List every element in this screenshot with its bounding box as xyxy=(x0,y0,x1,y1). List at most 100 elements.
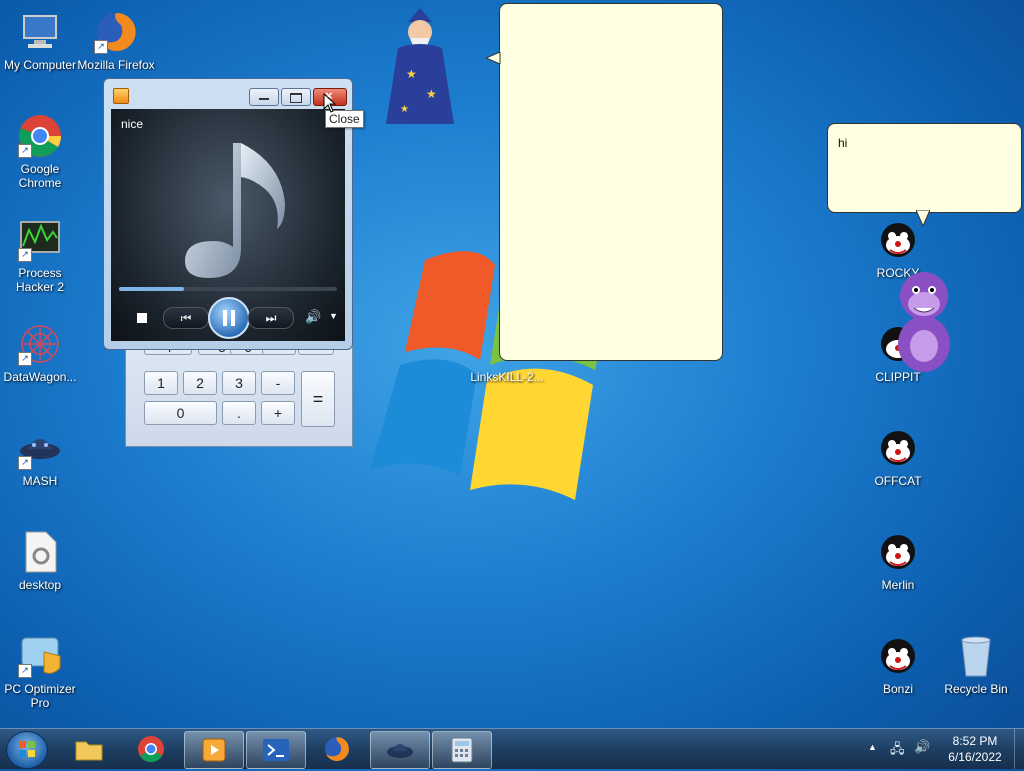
now-playing-title: nice xyxy=(121,117,144,131)
balloon-tail xyxy=(916,210,930,226)
config-file-icon xyxy=(18,530,62,574)
firefox-icon xyxy=(325,737,349,761)
recycle-bin-icon xyxy=(954,634,998,678)
taskbar-firefox[interactable] xyxy=(308,731,366,767)
datawagon-icon: ↗ xyxy=(18,322,62,366)
svg-text:★: ★ xyxy=(406,67,417,81)
calc-key-minus[interactable]: - xyxy=(261,371,295,395)
pause-icon xyxy=(223,310,227,326)
pc-optimizer-icon: ↗ xyxy=(18,634,62,678)
seek-progress xyxy=(119,287,185,291)
volume-icon[interactable]: 🔊 xyxy=(305,309,321,325)
shortcut-arrow-icon: ↗ xyxy=(18,248,32,262)
computer-icon xyxy=(18,10,62,54)
desktop-icon-recycle-bin[interactable]: Recycle Bin xyxy=(936,634,1016,696)
shortcut-arrow-icon: ↗ xyxy=(18,144,32,158)
desktop-icon-desktop-file[interactable]: desktop xyxy=(0,530,80,592)
seek-bar[interactable] xyxy=(119,287,337,291)
desktop-icon-offcat[interactable]: OFFCAT xyxy=(858,426,938,488)
svg-text:★: ★ xyxy=(400,104,409,115)
calc-key-plus[interactable]: + xyxy=(261,401,295,425)
calc-key-decimal[interactable]: . xyxy=(222,401,256,425)
shortcut-arrow-icon: ↗ xyxy=(94,40,108,54)
minimize-button[interactable] xyxy=(249,88,279,106)
start-button[interactable] xyxy=(6,731,48,769)
mouse-cursor xyxy=(323,93,337,113)
chevron-down-icon[interactable]: ▼ xyxy=(329,311,338,321)
taskbar-explorer[interactable] xyxy=(60,731,118,767)
icon-label: MASH xyxy=(22,474,58,488)
show-hidden-icons-button[interactable]: ▲ xyxy=(868,742,877,752)
media-player-icon xyxy=(202,738,226,762)
desktop-icon-google-chrome[interactable]: ↗ Google Chrome xyxy=(0,114,80,190)
pause-icon xyxy=(231,310,235,326)
agent-cat-icon xyxy=(876,426,920,470)
icon-label: desktop xyxy=(18,578,62,592)
agent-cat-icon xyxy=(876,530,920,574)
merlin-wizard-agent[interactable]: ★ ★ ★ xyxy=(378,8,462,128)
maximize-button[interactable] xyxy=(281,88,311,106)
merlin-speech-balloon xyxy=(499,3,723,361)
icon-label: Process Hacker 2 xyxy=(15,266,65,294)
desktop-icon-my-computer[interactable]: My Computer xyxy=(0,10,80,72)
play-pause-button[interactable] xyxy=(208,297,250,339)
next-button[interactable]: ⏭ xyxy=(248,307,294,329)
calc-key-3[interactable]: 3 xyxy=(222,371,256,395)
balloon-text xyxy=(500,4,722,20)
volume-icon[interactable]: 🔊 xyxy=(914,739,930,755)
process-hacker-icon: ↗ xyxy=(18,218,62,262)
desktop-icon-process-hacker[interactable]: ↗ Process Hacker 2 xyxy=(0,218,80,294)
network-icon[interactable]: 🖧 xyxy=(890,740,905,762)
icon-label: My Computer xyxy=(3,58,77,72)
desktop-icon-merlin[interactable]: Merlin xyxy=(858,530,938,592)
media-player-window[interactable]: × nice ⏮ ⏭ 🔊 ▼ xyxy=(103,78,353,350)
shortcut-arrow-icon: ↗ xyxy=(18,456,32,470)
desktop-icon-datawagon[interactable]: ↗ DataWagon... xyxy=(0,322,80,384)
calculator-icon xyxy=(451,737,473,763)
previous-button[interactable]: ⏮ xyxy=(163,307,209,329)
music-note-icon xyxy=(185,143,285,278)
powershell-icon xyxy=(263,739,289,761)
icon-label: PC Optimizer Pro xyxy=(4,682,76,710)
clock[interactable]: 8:52 PM 6/16/2022 xyxy=(940,733,1010,765)
calc-key-equals[interactable]: = xyxy=(301,371,335,427)
windows-start-icon xyxy=(19,741,35,757)
shortcut-arrow-icon: ↗ xyxy=(18,664,32,678)
taskbar: ▲ 🖧 🔊 8:52 PM 6/16/2022 xyxy=(0,728,1024,769)
calc-key-0[interactable]: 0 xyxy=(144,401,217,425)
desktop-icon-bonzi[interactable]: Bonzi xyxy=(858,634,938,696)
chrome-icon: ↗ xyxy=(18,114,62,158)
icon-label: Recycle Bin xyxy=(944,682,1008,696)
bonzi-gorilla-agent[interactable] xyxy=(882,266,966,382)
mash-icon: ↗ xyxy=(18,426,62,470)
calc-key-1[interactable]: 1 xyxy=(144,371,178,395)
taskbar-chrome[interactable] xyxy=(122,731,180,767)
stop-button[interactable] xyxy=(137,313,147,323)
taskbar-calculator[interactable] xyxy=(432,731,492,769)
previous-icon: ⏮ xyxy=(180,311,192,325)
taskbar-powershell[interactable] xyxy=(246,731,306,769)
icon-label: Mozilla Firefox xyxy=(77,58,155,70)
media-player-app-icon xyxy=(113,88,129,104)
next-icon: ⏭ xyxy=(265,311,277,325)
clock-date: 6/16/2022 xyxy=(948,750,1002,764)
agent-cat-icon xyxy=(876,218,920,262)
icon-label: DataWagon... xyxy=(3,370,77,384)
icon-label: Merlin xyxy=(881,578,915,592)
show-desktop-button[interactable] xyxy=(1014,729,1024,769)
desktop-icon-mash[interactable]: ↗ MASH xyxy=(0,426,80,488)
taskbar-mash[interactable] xyxy=(370,731,430,769)
calc-key-2[interactable]: 2 xyxy=(183,371,217,395)
desktop-icon-linkskill[interactable]: LinksKILL-2... xyxy=(466,370,548,384)
desktop-icon-pc-optimizer-pro[interactable]: ↗ PC Optimizer Pro xyxy=(0,634,80,710)
icon-label: OFFCAT xyxy=(874,474,922,488)
chrome-icon xyxy=(138,736,164,763)
svg-text:★: ★ xyxy=(426,87,437,101)
desktop-icon-mozilla-firefox[interactable]: ↗ Mozilla Firefox xyxy=(76,10,156,70)
agent-cat-icon xyxy=(876,634,920,678)
balloon-text: hi xyxy=(838,136,848,150)
taskbar-media-player[interactable] xyxy=(184,731,244,769)
firefox-icon: ↗ xyxy=(94,10,138,54)
icon-label: LinksKILL-2... xyxy=(470,370,544,384)
icon-label: Bonzi xyxy=(882,682,914,696)
